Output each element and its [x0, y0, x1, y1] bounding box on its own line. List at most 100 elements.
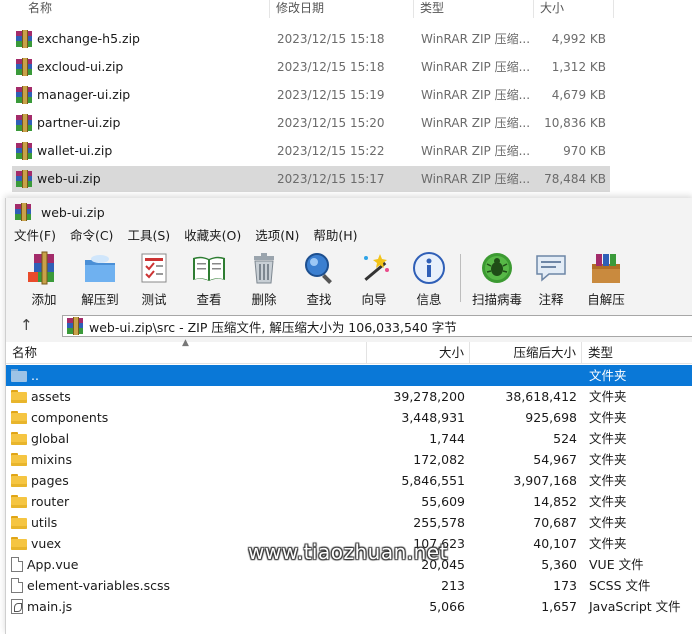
toolbar-button-wizard[interactable]: 向导	[347, 250, 401, 308]
toolbar-button-label: 删除	[251, 292, 277, 307]
name-cell: ..	[11, 365, 39, 386]
file-row[interactable]: web-ui.zip 2023/12/15 15:17 WinRAR ZIP 压缩.…	[12, 166, 610, 192]
file-name: excloud-ui.zip	[37, 59, 124, 74]
column-header-name[interactable]: 名称	[22, 0, 270, 18]
folder-icon	[11, 432, 27, 445]
file-date: 2023/12/15 15:19	[277, 88, 385, 102]
list-row[interactable]: global 1,744 524 文件夹	[6, 428, 692, 449]
file-row[interactable]: excloud-ui.zip 2023/12/15 15:18 WinRAR ZIP…	[12, 54, 610, 80]
address-field[interactable]: web-ui.zip\src - ZIP 压缩文件, 解压缩大小为 106,03…	[62, 315, 692, 337]
toolbar-button-add-archive[interactable]: 添加	[17, 250, 71, 308]
item-name: components	[31, 410, 109, 425]
list-row[interactable]: components 3,448,931 925,698 文件夹	[6, 407, 692, 428]
title-bar[interactable]: web-ui.zip	[6, 198, 692, 226]
wizard-icon	[356, 250, 392, 286]
file-row[interactable]: partner-ui.zip 2023/12/15 15:20 WinRAR ZIP…	[12, 110, 610, 136]
item-size: 1,744	[429, 431, 465, 446]
list-row[interactable]: element-variables.scss 213 173 SCSS 文件	[6, 575, 692, 596]
toolbar-button-test[interactable]: 测试	[127, 250, 181, 308]
file-name-cell: web-ui.zip	[16, 166, 101, 192]
file-date: 2023/12/15 15:22	[277, 144, 385, 158]
column-header-type[interactable]: 类型	[582, 342, 692, 363]
add-archive-icon	[26, 250, 62, 286]
file-row[interactable]: exchange-h5.zip 2023/12/15 15:18 WinRAR ZI…	[12, 26, 610, 52]
menu-bar: 文件(F) 命令(C) 工具(S) 收藏夹(O) 选项(N) 帮助(H)	[6, 226, 692, 246]
name-cell: assets	[11, 386, 71, 407]
file-row[interactable]: wallet-ui.zip 2023/12/15 15:22 WinRAR ZIP …	[12, 138, 610, 164]
file-type: WinRAR ZIP 压缩...	[421, 116, 531, 130]
toolbar-button-extract-to[interactable]: 解压到	[73, 250, 127, 308]
rar-archive-icon	[16, 142, 32, 160]
toolbar-button-delete[interactable]: 删除	[237, 250, 291, 308]
file-type: WinRAR ZIP 压缩...	[421, 32, 531, 46]
file-size: 1,312 KB	[551, 60, 606, 74]
item-size: 5,846,551	[401, 473, 465, 488]
folder-icon	[11, 516, 27, 529]
list-row[interactable]: utils 255,578 70,687 文件夹	[6, 512, 692, 533]
menu-item[interactable]: 工具(S)	[120, 226, 177, 246]
rar-archive-icon	[16, 30, 32, 48]
folder-icon	[11, 453, 27, 466]
file-name: wallet-ui.zip	[37, 143, 113, 158]
name-cell: vuex	[11, 533, 61, 554]
column-header-packed[interactable]: 压缩后大小	[470, 342, 582, 363]
menu-item[interactable]: 收藏夹(O)	[177, 226, 248, 246]
list-row[interactable]: assets 39,278,200 38,618,412 文件夹	[6, 386, 692, 407]
list-row[interactable]: pages 5,846,551 3,907,168 文件夹	[6, 470, 692, 491]
toolbar-button-label: 向导	[361, 292, 387, 307]
file-size: 4,679 KB	[551, 88, 606, 102]
menu-item[interactable]: 帮助(H)	[306, 226, 364, 246]
toolbar-button-label: 解压到	[81, 292, 119, 307]
toolbar-button-sfx[interactable]: 自解压	[579, 250, 633, 308]
list-row[interactable]: mixins 172,082 54,967 文件夹	[6, 449, 692, 470]
toolbar-button-label: 查找	[306, 292, 332, 307]
toolbar-button-info[interactable]: 信息	[402, 250, 456, 308]
file-type: WinRAR ZIP 压缩...	[421, 144, 531, 158]
list-row[interactable]: router 55,609 14,852 文件夹	[6, 491, 692, 512]
address-text: web-ui.zip\src - ZIP 压缩文件, 解压缩大小为 106,03…	[89, 319, 457, 335]
column-header-type[interactable]: 类型	[414, 0, 534, 18]
menu-item[interactable]: 选项(N)	[248, 226, 306, 246]
item-packed-size: 70,687	[533, 515, 577, 530]
folder-icon	[11, 495, 27, 508]
explorer-file-list: 名称 修改日期 类型 大小 exchange-h5.zip 2023/12/15 …	[0, 0, 692, 196]
column-header-size[interactable]: 大小	[367, 342, 470, 363]
item-packed-size: 173	[553, 578, 577, 593]
comment-icon	[533, 250, 569, 286]
item-packed-size: 14,852	[533, 494, 577, 509]
name-cell: utils	[11, 512, 57, 533]
up-arrow-icon[interactable]: ↑	[20, 316, 33, 334]
file-size: 970 KB	[563, 144, 606, 158]
list-row[interactable]: .. 文件夹	[6, 365, 692, 386]
item-type: VUE 文件	[589, 557, 644, 572]
list-row[interactable]: main.js 5,066 1,657 JavaScript 文件	[6, 596, 692, 617]
find-icon	[301, 250, 337, 286]
menu-item[interactable]: 命令(C)	[63, 226, 120, 246]
file-row[interactable]: manager-ui.zip 2023/12/15 15:19 WinRAR ZIP…	[12, 82, 610, 108]
item-packed-size: 5,360	[541, 557, 577, 572]
toolbar-button-view[interactable]: 查看	[182, 250, 236, 308]
file-type: WinRAR ZIP 压缩...	[421, 172, 531, 186]
file-name-cell: manager-ui.zip	[16, 82, 130, 108]
item-size: 255,578	[413, 515, 465, 530]
sfx-icon	[588, 250, 624, 286]
view-icon	[191, 250, 227, 286]
item-name: App.vue	[27, 557, 79, 572]
file-date: 2023/12/15 15:18	[277, 60, 385, 74]
item-size: 172,082	[413, 452, 465, 467]
toolbar-button-virus-scan[interactable]: 扫描病毒	[466, 250, 528, 308]
toolbar-button-find[interactable]: 查找	[292, 250, 346, 308]
toolbar-button-comment[interactable]: 注释	[524, 250, 578, 308]
watermark-text: www.tiaozhuan.net	[248, 540, 448, 564]
name-cell: mixins	[11, 449, 72, 470]
toolbar-button-label: 扫描病毒	[471, 292, 522, 307]
file-date: 2023/12/15 15:18	[277, 32, 385, 46]
column-header-size[interactable]: 大小	[534, 0, 614, 18]
folder-icon	[11, 537, 27, 550]
file-size: 4,992 KB	[551, 32, 606, 46]
toolbar-button-label: 自解压	[587, 292, 625, 307]
menu-item[interactable]: 文件(F)	[6, 226, 63, 246]
file-name-cell: excloud-ui.zip	[16, 54, 123, 80]
column-header-date[interactable]: 修改日期	[270, 0, 414, 18]
item-name: assets	[31, 389, 71, 404]
